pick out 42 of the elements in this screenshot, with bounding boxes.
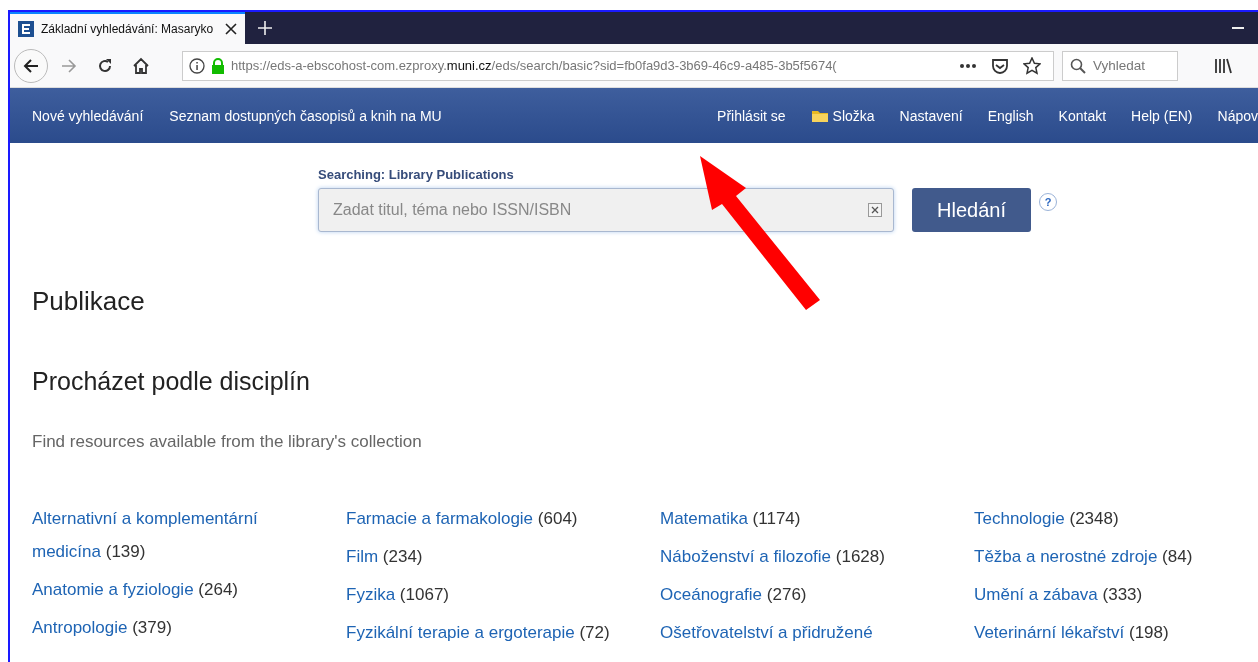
nav-link[interactable]: Nové vyhledávání: [32, 107, 144, 124]
nav-link[interactable]: Seznam dostupných časopisů a knih na MU: [169, 107, 442, 124]
close-tab-icon[interactable]: [225, 23, 237, 35]
search-scope-label: Searching: Library Publications: [318, 167, 515, 182]
nav-link[interactable]: Kontakt: [1058, 107, 1107, 124]
back-button[interactable]: [14, 48, 48, 83]
subject-link[interactable]: Matematika (1174): [660, 502, 956, 535]
subject-link[interactable]: Antropologie (379): [32, 611, 328, 644]
info-icon[interactable]: [189, 57, 205, 74]
subject-link[interactable]: Fyzikální terapie a ergoterapie (72): [346, 616, 642, 649]
section-heading: Procházet podle disciplín: [32, 367, 311, 396]
search-button[interactable]: Hledání: [912, 188, 1031, 232]
nav-link[interactable]: Přihlásit se: [717, 107, 786, 124]
subject-link[interactable]: Film (234): [346, 540, 642, 573]
folder-icon: [810, 108, 829, 123]
folder-link[interactable]: Složka: [810, 107, 875, 124]
subject-link[interactable]: Technologie (2348): [974, 502, 1246, 535]
subject-link[interactable]: Oceánografie (276): [660, 578, 956, 611]
nav-link[interactable]: Help (EN): [1131, 107, 1193, 124]
search-field[interactable]: Zadat titul, téma nebo ISSN/ISBN: [318, 188, 894, 232]
nav-link[interactable]: Nastavení: [899, 107, 963, 124]
clear-icon[interactable]: [868, 203, 882, 217]
subject-link[interactable]: Ošetřovatelství a přidružené: [660, 616, 956, 649]
subject-link[interactable]: Těžba a nerostné zdroje (84): [974, 540, 1246, 573]
page-heading: Publikace: [32, 286, 146, 317]
nav-link[interactable]: Nápov: [1217, 107, 1258, 124]
lock-icon: [211, 57, 225, 74]
url-text: https://eds-a-ebscohost-com.ezproxy.muni.cz/eds/search/basic?sid=fb0fa9d3-3b69-46c9-a485-3b5f5674(: [231, 58, 838, 73]
subject-link[interactable]: Farmacie a farmakologie (604): [346, 502, 642, 535]
subject-link[interactable]: Náboženství a filozofie (1628): [660, 540, 956, 573]
subject-link[interactable]: Veterinární lékařství (198): [974, 616, 1246, 649]
tab-title: Základní vyhledávání: Masaryko: [41, 22, 215, 36]
subject-link[interactable]: Anatomie a fyziologie (264): [32, 573, 328, 606]
subject-link[interactable]: Fyzika (1067): [346, 578, 642, 611]
subject-link[interactable]: Umění a zábava (333): [974, 578, 1246, 611]
subject-link[interactable]: Alternativní a komplementární medicína (139): [32, 502, 328, 568]
browser-search-field[interactable]: Vyhledat: [1062, 50, 1178, 81]
site-favicon-icon: [18, 21, 34, 37]
nav-link[interactable]: English: [987, 107, 1034, 124]
address-bar[interactable]: https://eds-a-ebscohost-com.ezproxy.muni.cz/eds/search/basic?sid=fb0fa9d3-3b69-46c9-a485-3b5f5674(: [182, 50, 1054, 81]
search-icon: [1070, 57, 1086, 74]
intro-text: Find resources available from the library's collection: [32, 432, 423, 452]
